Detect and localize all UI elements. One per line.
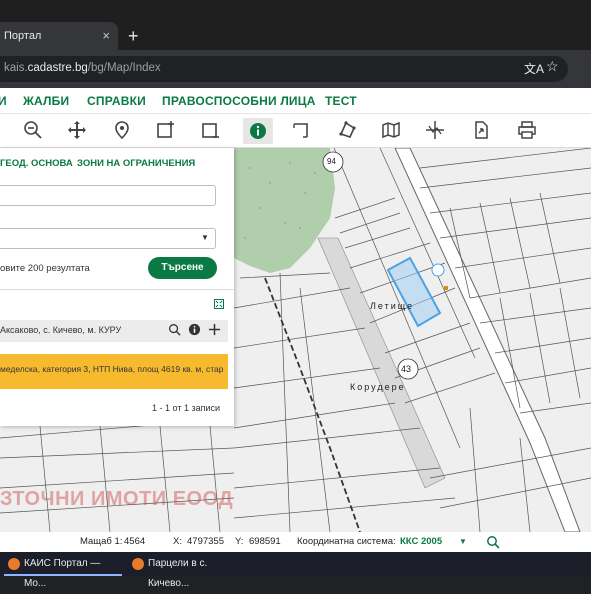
browser-tabbar: Портал × + [0, 0, 591, 50]
map-layers-icon[interactable] [380, 120, 402, 142]
poi-square [444, 286, 448, 290]
map-statusbar: Мащаб 1: 4564 X: 4797355 Y: 698591 Коорд… [0, 532, 591, 552]
address-bar: kais.cadastre.bg/bg/Map/Index 文A ☆ [0, 50, 591, 88]
taskbar-item-parcels[interactable]: Парцели в с. Кичево... [128, 554, 246, 589]
results-limit-note: овите 200 резултата [0, 263, 90, 274]
browser-tab[interactable]: Портал × [0, 22, 118, 50]
menu-item-test[interactable]: ТЕСТ [325, 94, 357, 108]
chevron-down-icon[interactable]: ▼ [459, 537, 467, 546]
measure-area-icon[interactable] [336, 120, 358, 142]
url-field[interactable]: kais.cadastre.bg/bg/Map/Index [0, 56, 568, 82]
map-label-koruderе: Корудере [350, 382, 406, 392]
firefox-icon [8, 558, 20, 570]
watermark-text: ЗТОЧНИ ИМОТИ ЕООД [0, 488, 234, 510]
deselect-rectangle-icon[interactable] [200, 120, 222, 142]
print-icon[interactable] [516, 120, 538, 142]
zoom-out-icon[interactable] [22, 120, 44, 142]
expand-icon[interactable] [214, 299, 224, 309]
add-icon[interactable] [206, 323, 222, 339]
location-pin-icon[interactable] [111, 120, 133, 142]
map-label-94: 94 [327, 157, 336, 166]
search-input[interactable] [0, 185, 216, 206]
result-detail-bar[interactable]: меделска, категория 3, НТП Нива, площ 46… [0, 354, 228, 389]
translate-icon[interactable]: 文A [524, 60, 544, 77]
coordinates-icon[interactable] [424, 120, 446, 142]
os-taskbar: КАИС Портал — Mo... Парцели в с. Кичево.… [0, 552, 591, 589]
tab-geod-osnova[interactable]: ГЕОД. ОСНОВА [0, 158, 73, 169]
y-value: 698591 [249, 536, 281, 547]
panel-divider [0, 289, 234, 290]
pager-text: 1 - 1 от 1 записи [152, 403, 221, 413]
map-label-letishte: Летище [370, 301, 415, 311]
taskbar-item-kais[interactable]: КАИС Портал — Mo... [4, 554, 122, 589]
measure-angle-icon[interactable] [290, 120, 312, 142]
tab-title: Портал [4, 30, 42, 42]
info-icon[interactable] [186, 323, 202, 339]
scale-value: 4564 [124, 536, 146, 547]
y-label: Y: [235, 536, 244, 547]
taskbar-item-label: Парцели в с. Кичево... [148, 558, 208, 589]
x-label: X: [173, 536, 182, 547]
search-button[interactable]: Търсене [148, 257, 217, 279]
result-location: Аксаково, с. Кичево, м. КУРУ [0, 325, 122, 335]
close-icon[interactable]: × [102, 22, 110, 50]
map-label-43: 43 [401, 364, 412, 374]
menu-item-partial[interactable]: И [0, 94, 7, 108]
star-icon[interactable]: ☆ [546, 58, 559, 75]
search-panel: ГЕОД. ОСНОВА ЗОНИ НА ОГРАНИЧЕНИЯ ▼ овите… [0, 148, 234, 426]
firefox-icon [132, 558, 144, 570]
chevron-down-icon: ▼ [201, 233, 209, 242]
crs-select[interactable]: ККС 2005 [400, 536, 442, 547]
url-text: kais.cadastre.bg/bg/Map/Index [4, 62, 161, 74]
poi-marker [431, 263, 445, 277]
result-row[interactable]: Аксаково, с. Кичево, м. КУРУ [0, 320, 228, 342]
main-menu: И ЖАЛБИ СПРАВКИ ПРАВОСПОСОБНИ ЛИЦА ТЕСТ [0, 88, 591, 114]
x-value: 4797355 [187, 536, 224, 547]
pan-icon[interactable] [66, 120, 88, 142]
search-icon[interactable] [166, 323, 182, 339]
map-toolbar [0, 114, 591, 148]
menu-item-references[interactable]: СПРАВКИ [87, 94, 146, 108]
result-detail-text: меделска, категория 3, НТП Нива, площ 46… [0, 364, 224, 374]
new-tab-button[interactable]: + [128, 26, 139, 46]
menu-item-complaints[interactable]: ЖАЛБИ [23, 94, 69, 108]
info-icon[interactable] [243, 118, 273, 144]
search-select[interactable]: ▼ [0, 228, 216, 249]
scale-label: Мащаб 1: [80, 536, 123, 547]
tab-restriction-zones[interactable]: ЗОНИ НА ОГРАНИЧЕНИЯ [77, 158, 195, 169]
select-rectangle-icon[interactable] [155, 120, 177, 142]
export-icon[interactable] [470, 120, 492, 142]
menu-item-qualified-persons[interactable]: ПРАВОСПОСОБНИ ЛИЦА [162, 94, 316, 108]
crs-label: Координатна система: [297, 536, 396, 547]
